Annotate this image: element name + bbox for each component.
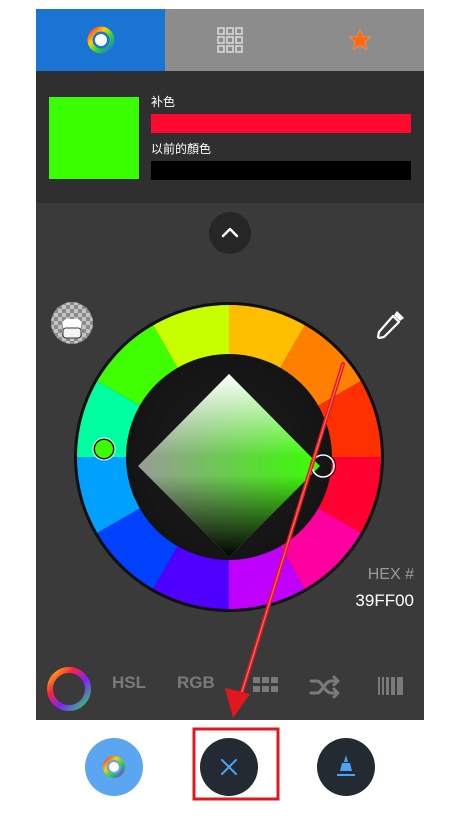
close-icon — [221, 759, 237, 775]
color-wheel[interactable] — [73, 301, 385, 613]
tab-color-wheel[interactable] — [36, 9, 165, 71]
color-ring-icon — [47, 667, 91, 711]
color-picker-fab[interactable] — [85, 738, 143, 796]
brush-icon — [337, 755, 355, 776]
bottom-toolbar — [0, 720, 458, 820]
mode-wheel-button[interactable] — [46, 666, 92, 712]
color-wheel-icon — [103, 756, 125, 778]
swatch-area: 补色 以前的顏色 — [36, 71, 424, 203]
mode-random-button[interactable] — [308, 673, 342, 701]
current-color-swatch[interactable] — [49, 97, 139, 179]
tab-bar — [36, 9, 424, 71]
mode-swatches-button[interactable] — [251, 674, 279, 700]
swatches-icon — [253, 677, 278, 692]
previous-color-bar[interactable] — [151, 161, 411, 180]
star-icon — [348, 28, 371, 51]
chevron-up-icon — [221, 227, 239, 238]
shuffle-icon — [309, 675, 340, 699]
mode-gradient-button[interactable] — [376, 673, 406, 699]
complement-color-bar[interactable] — [151, 114, 411, 133]
mode-rgb[interactable]: RGB — [177, 673, 215, 693]
grid-icon — [217, 27, 243, 53]
tab-palette-grid[interactable] — [165, 9, 295, 71]
hex-label: HEX # — [367, 566, 414, 583]
gradient-icon — [378, 677, 403, 695]
color-picker-panel: 补色 以前的顏色 HEX # 39FF00 HSL RGB — [36, 9, 424, 720]
mode-hsl[interactable]: HSL — [112, 673, 146, 693]
color-wheel-icon — [87, 26, 114, 54]
brush-settings-button[interactable] — [317, 738, 375, 796]
tab-favorites[interactable] — [295, 9, 424, 71]
collapse-button[interactable] — [209, 212, 251, 254]
close-button[interactable] — [200, 738, 258, 796]
hex-value[interactable]: 39FF00 — [355, 591, 414, 611]
mode-bar: HSL RGB — [36, 661, 424, 716]
previous-color-label: 以前的顏色 — [151, 142, 212, 156]
complement-label: 补色 — [151, 95, 176, 109]
